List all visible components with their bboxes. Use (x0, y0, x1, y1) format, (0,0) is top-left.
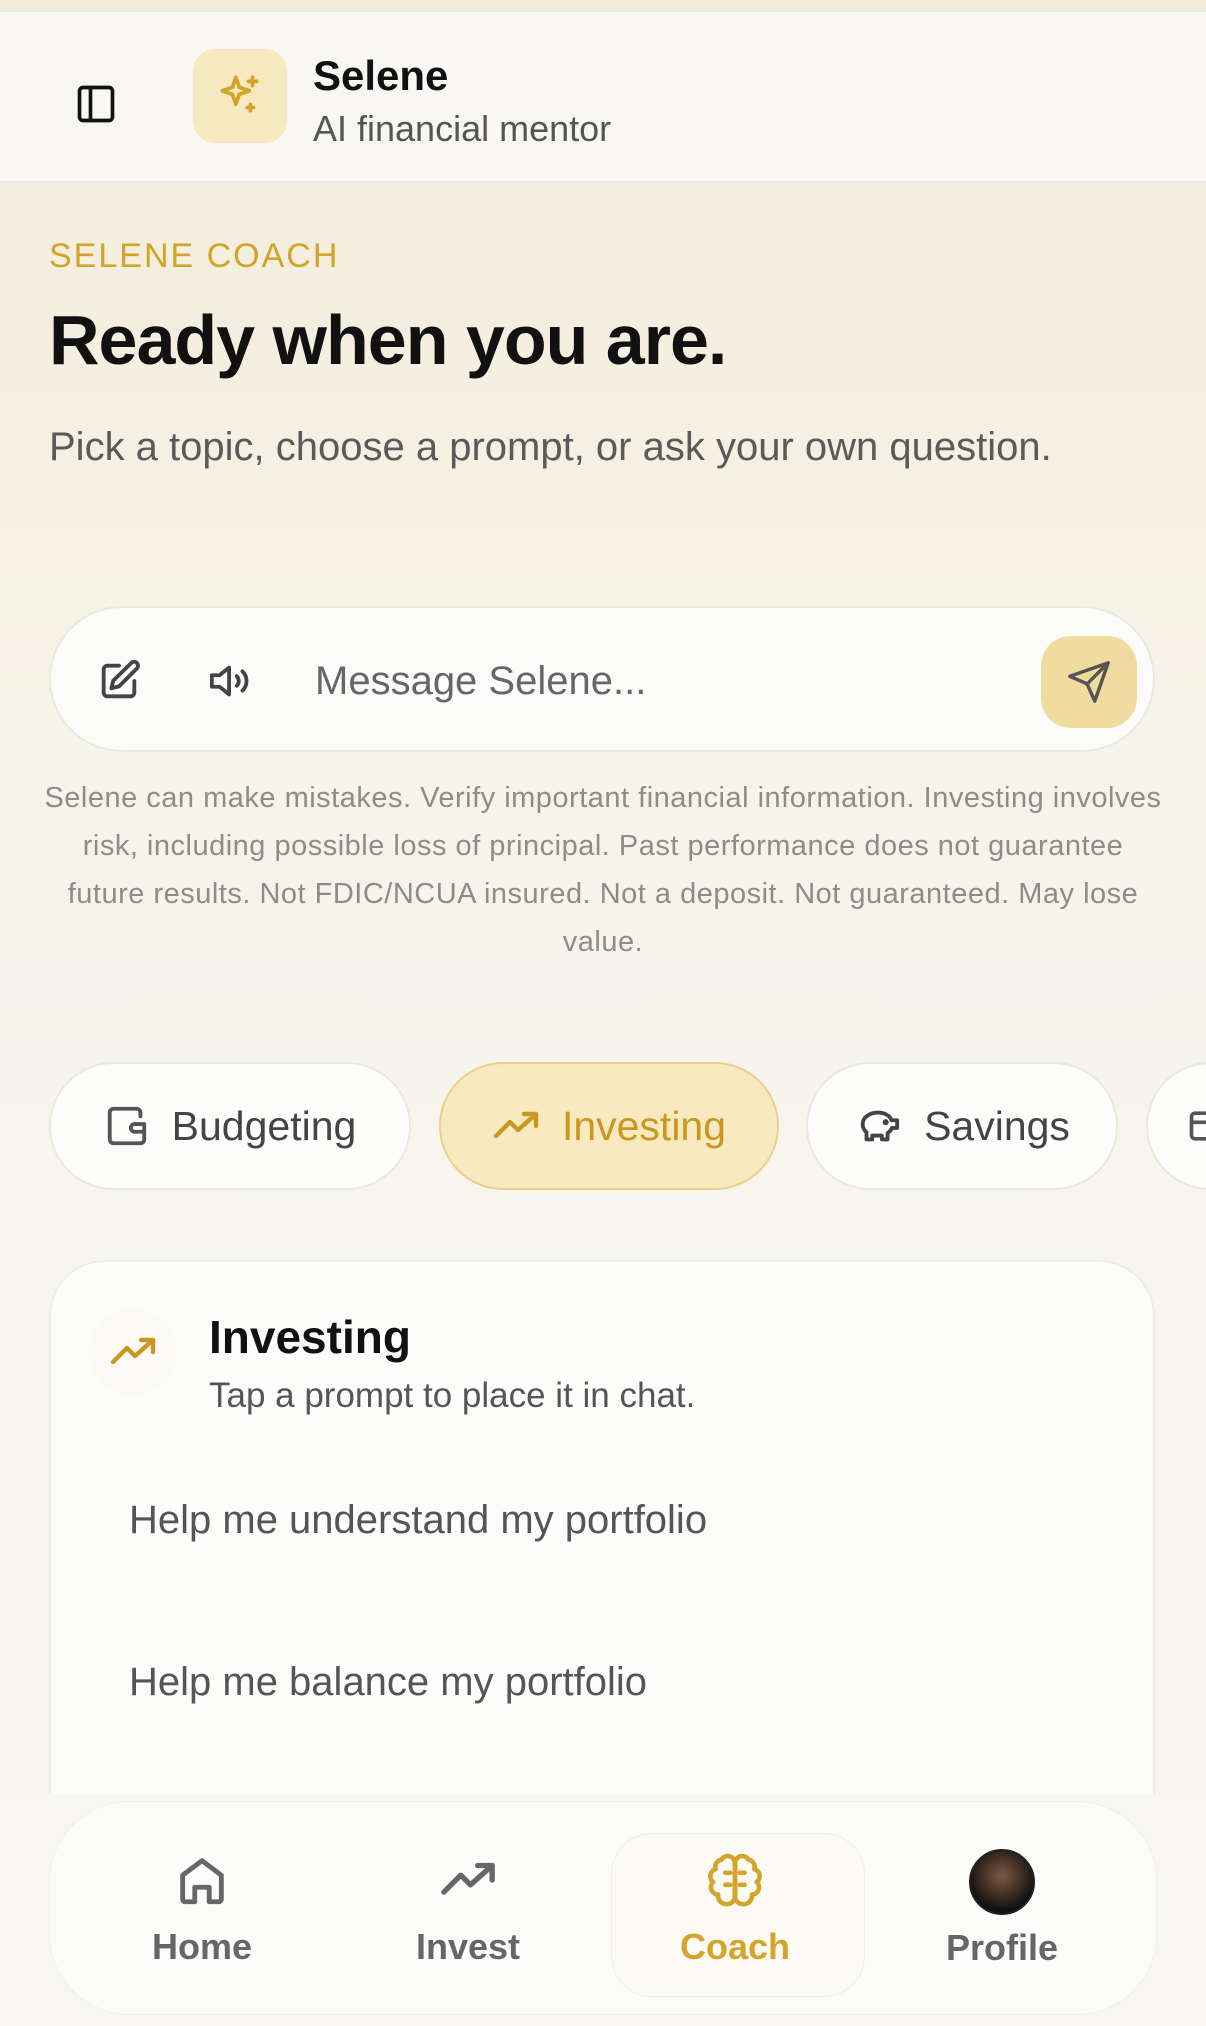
sidebar-icon (77, 85, 115, 123)
app-subtitle: AI financial mentor (313, 108, 612, 149)
topic-chip-more[interactable] (1146, 1062, 1206, 1190)
new-chat-button[interactable] (91, 653, 147, 709)
topic-chip-label: Savings (924, 1102, 1070, 1149)
send-icon (1068, 661, 1110, 703)
app-title: Selene (313, 52, 449, 99)
avatar (969, 1849, 1035, 1915)
send-button[interactable] (1041, 636, 1137, 728)
topic-chip-savings[interactable]: Savings (806, 1062, 1118, 1190)
app-logo (193, 49, 287, 143)
card-icon (1186, 1104, 1206, 1148)
page-headline: Ready when you are. (49, 301, 727, 379)
tab-label: Home (151, 1925, 253, 1967)
speaker-icon (209, 665, 249, 697)
tab-label: Profile (945, 1927, 1059, 1968)
brain-icon (705, 1851, 765, 1914)
disclaimer-text: Selene can make mistakes. Verify importa… (44, 782, 1162, 958)
topic-chip-investing[interactable]: Investing (439, 1062, 779, 1190)
top-bar: Selene AI financial mentor (0, 12, 1206, 182)
topic-chip-label: Budgeting (171, 1102, 357, 1149)
tab-invest[interactable]: Invest (343, 1802, 593, 2016)
card-topic-icon (89, 1308, 177, 1396)
topic-chip-label: Investing (561, 1102, 727, 1149)
message-input[interactable] (315, 648, 1055, 714)
voice-button[interactable] (201, 653, 261, 709)
bottom-tab-bar: Home Invest Coach Profile (0, 1795, 1206, 2026)
card-title: Investing (209, 1311, 411, 1363)
sparkles-icon (220, 75, 259, 113)
section-eyebrow: SELENE COACH (49, 237, 340, 275)
trending-up-icon (110, 1337, 156, 1365)
tab-coach[interactable]: Coach (610, 1802, 864, 2016)
tab-profile[interactable]: Profile (877, 1802, 1127, 2016)
trending-up-icon (492, 1102, 540, 1150)
tab-label: Invest (415, 1925, 521, 1967)
tab-label: Coach (679, 1925, 791, 1967)
piggy-bank-icon (854, 1103, 902, 1149)
topic-chip-budgeting[interactable]: Budgeting (49, 1062, 411, 1190)
sidebar-toggle-button[interactable] (70, 78, 122, 130)
edit-icon (101, 659, 140, 699)
page-subheading: Pick a topic, choose a prompt, or ask yo… (49, 425, 1052, 469)
tab-home[interactable]: Home (77, 1802, 327, 2016)
trending-up-icon (438, 1851, 498, 1914)
prompt-suggestion[interactable]: Help me understand my portfolio (129, 1498, 707, 1543)
prompt-suggestion[interactable]: Help me balance my portfolio (129, 1660, 647, 1705)
message-composer (49, 606, 1155, 752)
home-icon (173, 1851, 231, 1914)
topic-chips: Budgeting Investing Savings (49, 1060, 1206, 1192)
card-subtitle: Tap a prompt to place it in chat. (209, 1376, 696, 1415)
wallet-icon (104, 1103, 150, 1149)
tab-bar-container: Home Invest Coach Profile (49, 1801, 1157, 2015)
